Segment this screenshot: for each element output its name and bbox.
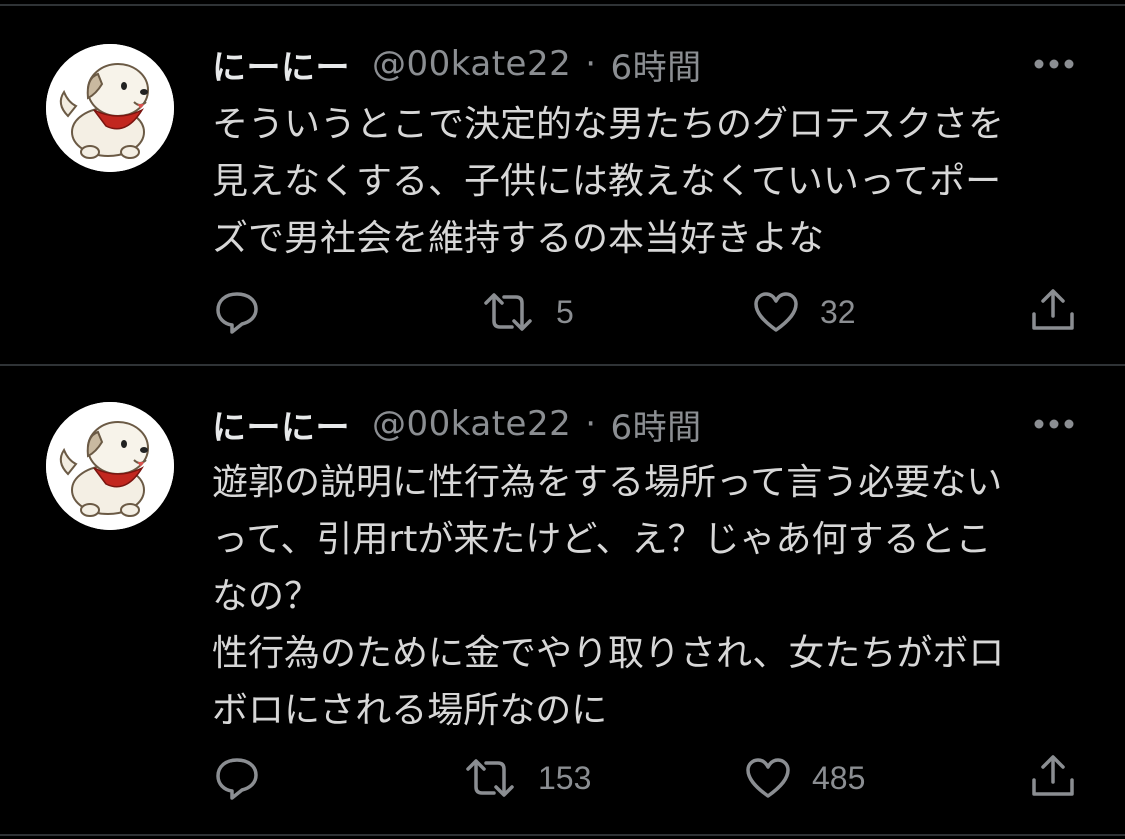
more-options-icon[interactable] [1032,414,1076,434]
share-icon [1032,289,1074,330]
avatar[interactable] [46,402,174,530]
timestamp[interactable]: 6時間 [611,40,702,89]
timestamp[interactable]: 6時間 [611,400,702,449]
bottom-divider [0,834,1125,836]
like-count: 485 [812,759,866,796]
display-name[interactable]: にーにー [212,400,350,449]
dog-avatar-icon [46,44,174,172]
reply-button[interactable] [214,754,260,802]
tweet-text: そういうとこで決定的な男たちのグロテスクさを 見えなくする、子供には教えなくてい… [212,104,1005,259]
separator: · [585,404,597,444]
retweet-button[interactable]: 153 [462,754,591,802]
reply-icon [216,292,258,334]
more-options-icon[interactable] [1032,54,1076,74]
user-handle[interactable]: @00kate22 [372,404,571,444]
like-count: 32 [820,293,856,330]
share-button[interactable] [1030,752,1076,800]
tweet[interactable]: にーにー @00kate22 · 6時間 遊郭の説明に性行為をする場所って言う必… [0,366,1125,836]
tweet-text: 遊郭の説明に性行為をする場所って言う必要ない って、引用rtが来たけど、え？じゃ… [212,462,1005,731]
heart-icon [754,292,798,332]
display-name[interactable]: にーにー [212,40,350,89]
separator: · [585,44,597,84]
like-button[interactable]: 485 [744,754,865,802]
user-handle[interactable]: @00kate22 [372,44,571,84]
retweet-count: 153 [538,759,592,796]
like-button[interactable]: 32 [752,288,856,336]
heart-icon [746,758,790,798]
reply-icon [216,758,258,800]
reply-button[interactable] [214,288,260,336]
avatar[interactable] [46,44,174,172]
retweet-icon [484,293,532,331]
share-button[interactable] [1030,286,1076,334]
tweet-header: にーにー @00kate22 · 6時間 [212,40,702,89]
retweet-button[interactable]: 5 [480,288,574,336]
dog-avatar-icon [46,402,174,530]
tweet-header: にーにー @00kate22 · 6時間 [212,400,702,449]
tweet[interactable]: にーにー @00kate22 · 6時間 そういうとこで決定的な男たちのグロテス… [0,0,1125,366]
share-icon [1032,755,1074,796]
retweet-count: 5 [556,293,574,330]
retweet-icon [466,759,514,797]
